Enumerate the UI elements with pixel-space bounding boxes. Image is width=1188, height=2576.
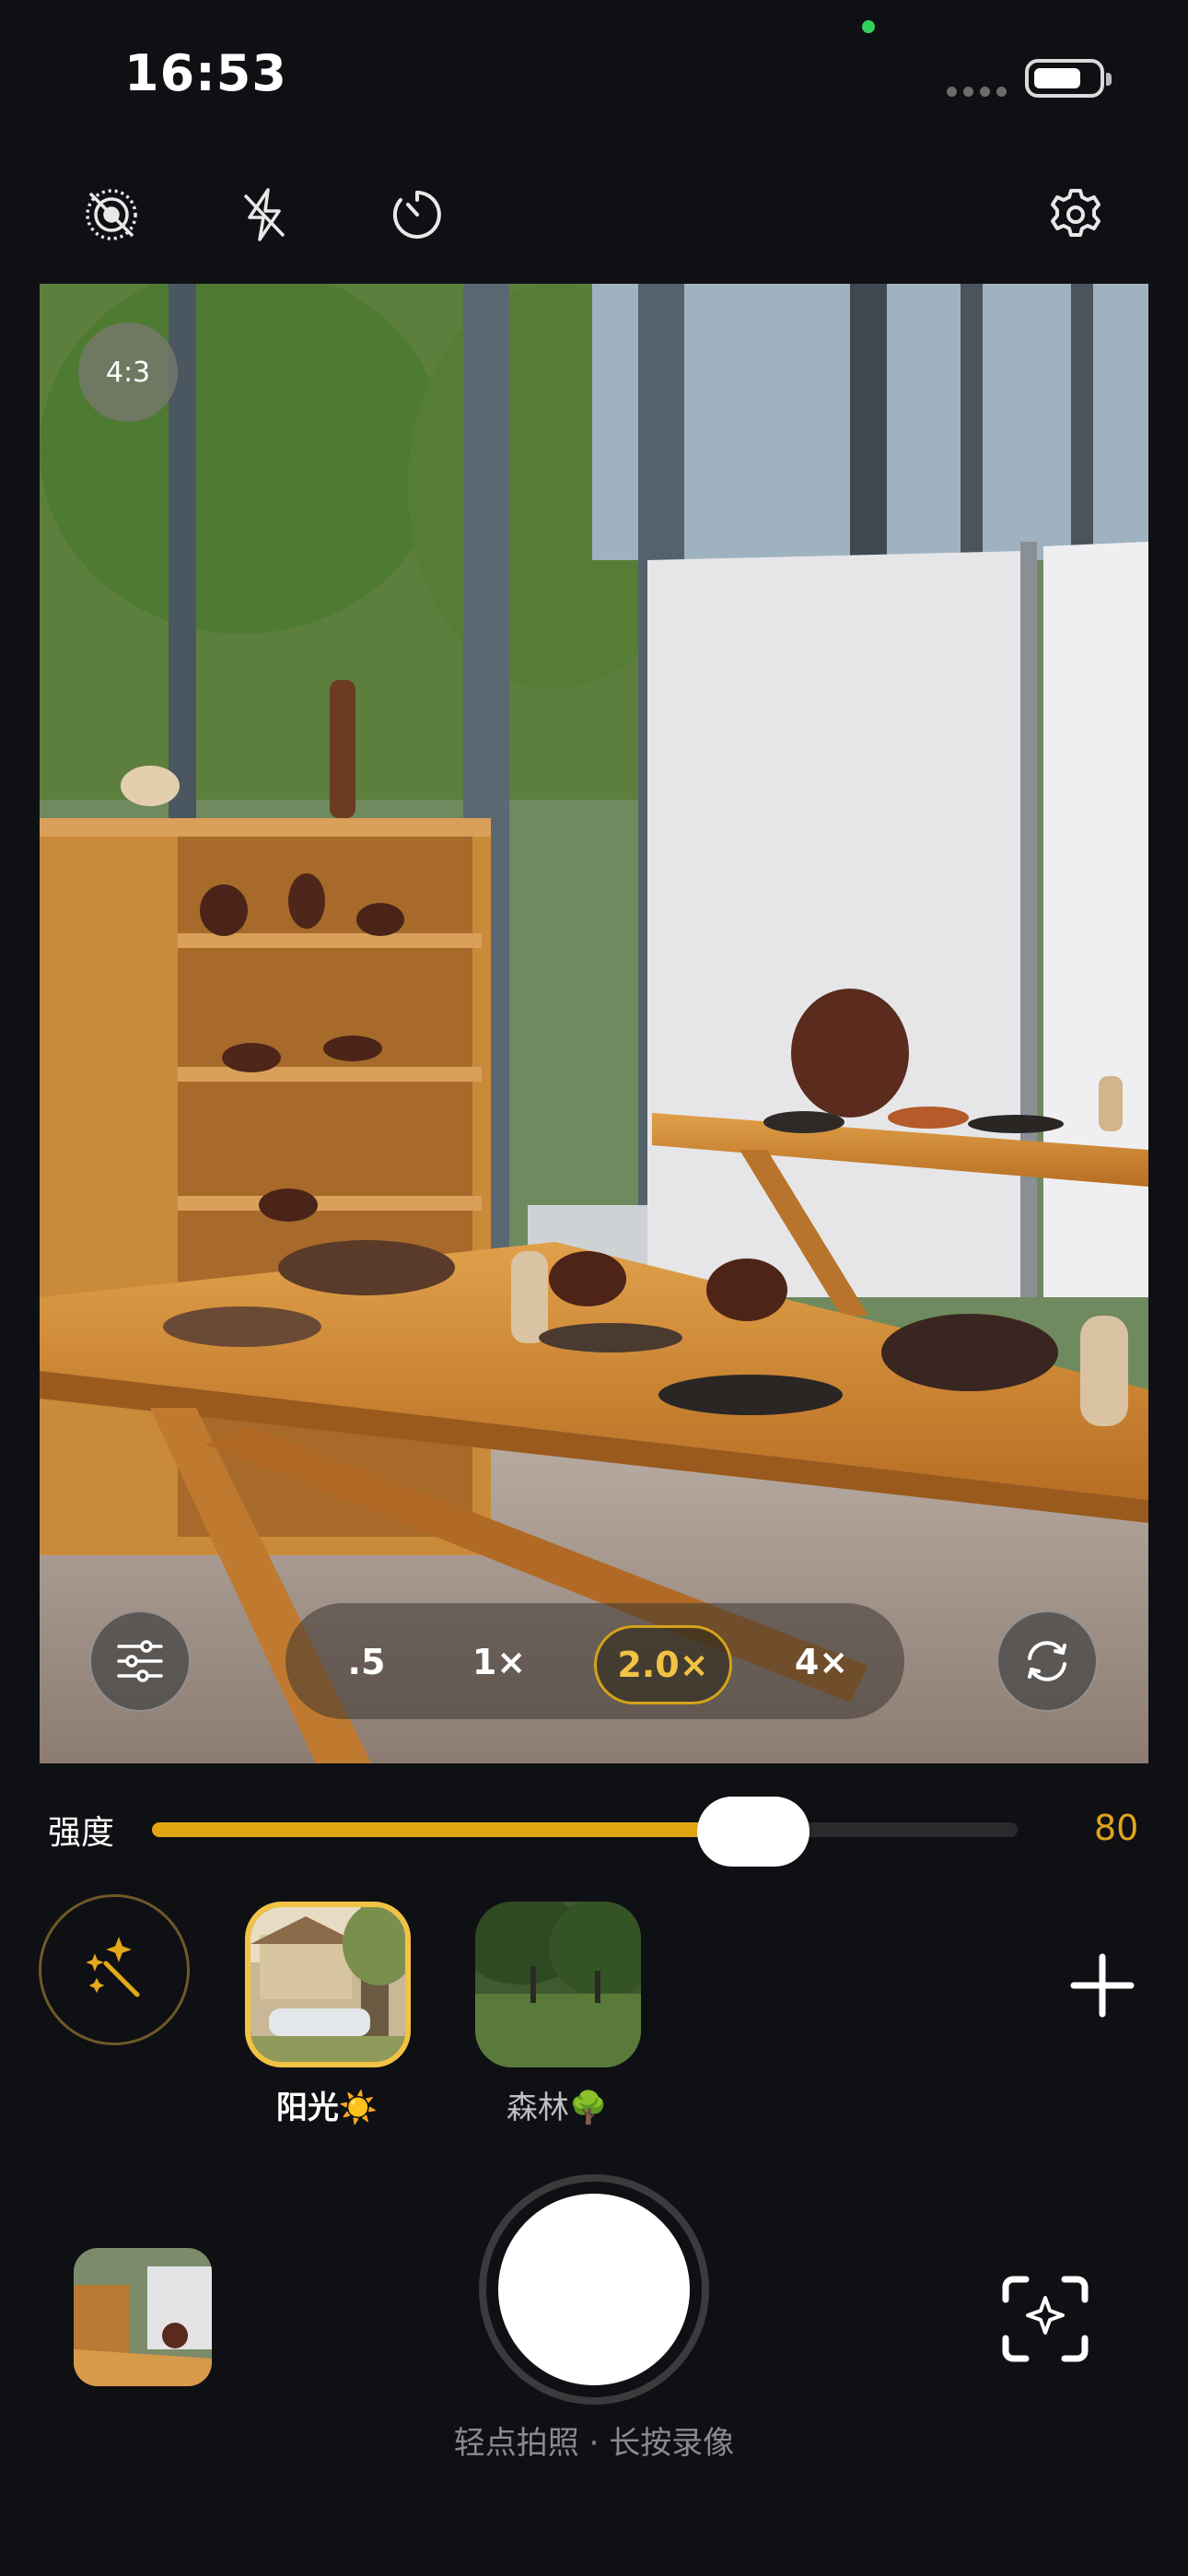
filter-name: 森林 xyxy=(506,2090,569,2126)
aspect-ratio-button[interactable]: 4:3 xyxy=(78,322,178,422)
privacy-indicator xyxy=(862,20,875,33)
adjustments-button[interactable] xyxy=(89,1610,191,1712)
timer-icon[interactable] xyxy=(385,182,449,247)
last-photo-preview xyxy=(74,2248,212,2386)
filter-label-sunshine: 阳光☀️ xyxy=(207,2082,447,2127)
sun-icon: ☀️ xyxy=(338,2090,379,2126)
intensity-slider-thumb[interactable] xyxy=(696,1797,809,1867)
cellular-signal-icon xyxy=(947,87,1007,97)
zoom-option-1x[interactable]: 1× xyxy=(460,1625,538,1699)
filter-name: 阳光 xyxy=(275,2090,339,2126)
switch-camera-button[interactable] xyxy=(996,1610,1098,1712)
zoom-option-4x[interactable]: 4× xyxy=(783,1625,860,1699)
scan-sparkle-icon xyxy=(1002,2276,1089,2362)
add-filter-button[interactable] xyxy=(1068,1951,1136,2020)
zoom-option-0-5[interactable]: .5 xyxy=(328,1625,405,1699)
live-photo-off-icon[interactable] xyxy=(79,182,144,247)
filter-label-forest: 森林🌳 xyxy=(437,2082,677,2127)
intensity-slider[interactable] xyxy=(152,1822,1018,1837)
filter-thumbnail-sunshine[interactable] xyxy=(245,1902,411,2067)
intensity-slider-fill xyxy=(152,1822,706,1837)
plus-icon xyxy=(1070,1953,1135,2018)
intensity-label: 强度 xyxy=(48,1814,115,1852)
auto-filter-button[interactable] xyxy=(39,1894,190,2045)
tree-icon: 🌳 xyxy=(568,2090,609,2126)
battery-icon xyxy=(1025,59,1112,98)
gear-icon[interactable] xyxy=(1043,182,1108,247)
zoom-option-2x[interactable]: 2.0× xyxy=(594,1625,732,1704)
filter-preview-image xyxy=(250,1907,405,2062)
intensity-value: 80 xyxy=(1094,1808,1139,1848)
filter-preview-image xyxy=(475,1902,641,2067)
shutter-button[interactable] xyxy=(498,2194,690,2385)
camera-viewfinder[interactable] xyxy=(40,284,1148,1763)
magic-wand-icon xyxy=(86,1937,140,1997)
flash-off-icon[interactable] xyxy=(232,182,297,247)
gallery-thumbnail-button[interactable] xyxy=(74,2248,212,2386)
capture-hint: 轻点拍照 · 长按录像 xyxy=(453,2425,735,2462)
filter-thumbnail-forest[interactable] xyxy=(475,1902,641,2067)
rotate-camera-icon xyxy=(1028,1641,1066,1681)
sliders-icon xyxy=(117,1640,163,1682)
smart-scan-button[interactable] xyxy=(1002,2276,1089,2362)
status-time: 16:53 xyxy=(124,44,287,102)
